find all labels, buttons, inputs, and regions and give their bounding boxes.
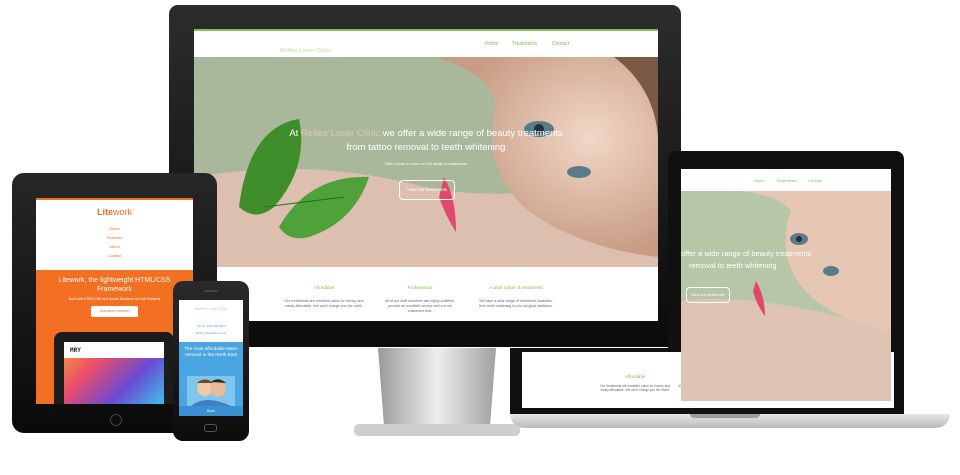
- phone-speaker: [204, 290, 218, 292]
- tablet-hero: Litework, the lightweight HTML/CSS Frame…: [36, 270, 193, 404]
- view-treatments-button[interactable]: View our treatments: [686, 287, 730, 303]
- tablet-nav-about[interactable]: About: [36, 244, 193, 249]
- tablet-logo[interactable]: Litework: [36, 207, 193, 217]
- hero-brand: Reflex Laser Clinic: [300, 128, 381, 139]
- tablet-subtext: Built with HTML/CSS and Adobe Brackets b…: [68, 297, 161, 301]
- feature-title: Affordable: [624, 374, 646, 379]
- nav-treatments[interactable]: Treatments: [776, 178, 796, 183]
- phone-logo[interactable]: Reflex Laser Clinic: [179, 306, 243, 311]
- hero-line-1-rest: we offer a wide range of beauty treatmen…: [382, 128, 563, 139]
- download-button[interactable]: Download Litework: [91, 306, 138, 317]
- tablet-device-illustration: MRY: [54, 332, 174, 404]
- feature-text: We have a wide range of treatments avail…: [478, 299, 554, 308]
- tablet-nav-features[interactable]: Features: [36, 235, 193, 240]
- tablet-site-header: Litework Home Features About Contact: [36, 198, 193, 270]
- logo[interactable]: Reflex Laser Clinic: [280, 39, 342, 54]
- nav-contact[interactable]: Contact: [552, 41, 569, 47]
- nav-treatments[interactable]: Treatments: [512, 41, 537, 47]
- hero-line-2: from tattoo removal to teeth whitening: [346, 142, 506, 153]
- illustration-text: MRY: [70, 347, 81, 354]
- phone-site-header: Reflex Laser Clinic Phone: 0191 000 0000…: [179, 300, 243, 342]
- laptop-hero-line-1: offer a wide range of beauty treatments: [681, 249, 812, 258]
- site-header: Reflex Laser Clinic Home Treatments Cont…: [194, 29, 658, 57]
- nav-home[interactable]: Home: [485, 41, 498, 47]
- illustration-screen: MRY: [64, 342, 164, 404]
- phone-headline: The most affordable tattoo removal in th…: [184, 346, 238, 357]
- laptop-site-header: Home Treatments Contact: [681, 169, 891, 191]
- nav-home[interactable]: Home: [754, 178, 765, 183]
- feature-title: Professional: [407, 285, 433, 290]
- features-section: Affordable Our treatments are excellent …: [194, 267, 658, 321]
- monitor-stand: [354, 348, 520, 436]
- tablet-logo-part-2: work: [113, 207, 133, 217]
- hero-prefix: At: [289, 128, 299, 139]
- phone-screen: Reflex Laser Clinic Phone: 0191 000 0000…: [179, 300, 243, 416]
- tablet-nav-home[interactable]: Home: [36, 226, 193, 231]
- logo-text: Reflex Laser Clinic: [280, 48, 332, 54]
- phone-number[interactable]: Phone: 0191 000 0000: [179, 324, 243, 328]
- feature-text: Our treatments are excellent value for m…: [284, 299, 364, 308]
- feature-title: Affordable: [313, 285, 335, 290]
- tablet-headline: Litework, the lightweight HTML/CSS Frame…: [58, 277, 171, 293]
- feature-title: A wide range of treatments: [489, 285, 543, 290]
- phone-hero: The most affordable tattoo removal in th…: [179, 342, 243, 416]
- laptop-screen: Home Treatments Contact offer a wide ran…: [681, 169, 891, 401]
- nav-contact[interactable]: Contact: [808, 178, 822, 183]
- tablet-screen: Litework Home Features About Contact Lit…: [36, 198, 193, 404]
- phone-email[interactable]: Email: info@reflex.co.uk: [179, 331, 243, 335]
- tablet-home-button[interactable]: [110, 414, 122, 426]
- phone-hero-photo: [187, 376, 235, 406]
- feature-text: All of our staff members are highly qual…: [385, 299, 455, 313]
- tablet-nav-contact[interactable]: Contact: [36, 253, 193, 258]
- hero-subtext: Click below to view our full range of tr…: [384, 161, 468, 166]
- phone-home-button[interactable]: [204, 424, 217, 432]
- desktop-screen: Reflex Laser Clinic Home Treatments Cont…: [194, 29, 658, 321]
- laptop-notch: [690, 414, 760, 418]
- phone-book-button[interactable]: Book: [179, 406, 243, 416]
- feature-text: Our treatments are excellent value for m…: [600, 384, 670, 392]
- laptop-hero-line-2: removal to teeth whitening: [689, 261, 777, 270]
- view-treatments-button[interactable]: View our treatments: [399, 180, 455, 200]
- tablet-logo-part-1: Lite: [96, 207, 113, 217]
- hero-line-1: At Reflex Laser Clinic we offer a wide r…: [194, 128, 658, 139]
- hero-banner: At Reflex Laser Clinic we offer a wide r…: [194, 57, 658, 267]
